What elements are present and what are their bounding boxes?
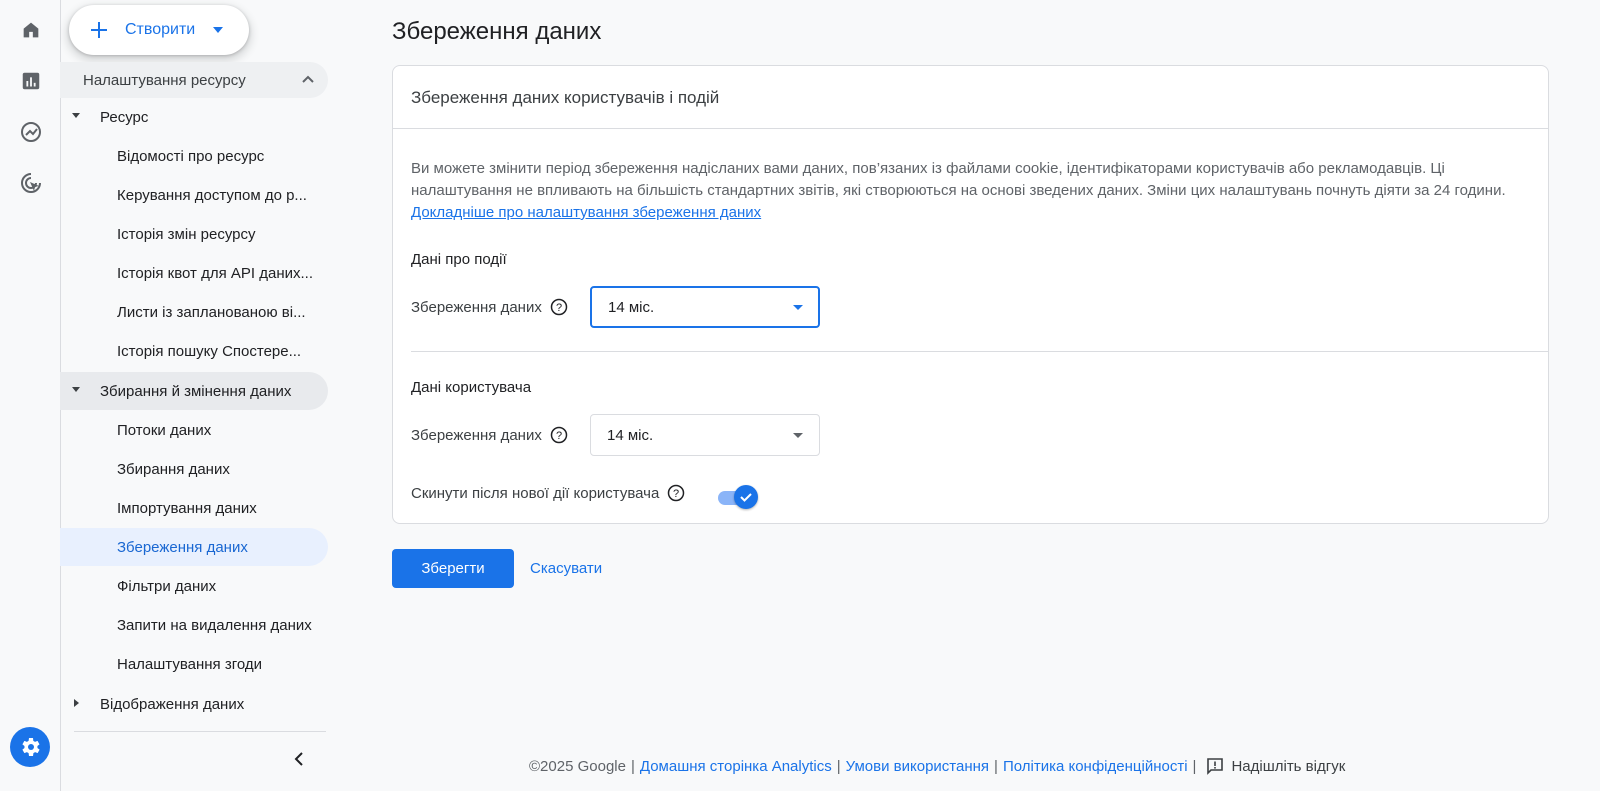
svg-text:?: ? — [556, 430, 562, 442]
user-retention-value: 14 міс. — [607, 426, 654, 444]
event-data-heading: Дані про події — [411, 251, 507, 268]
save-button[interactable]: Зберегти — [392, 549, 514, 588]
check-icon — [740, 493, 752, 502]
nav-section-header[interactable]: Налаштування ресурсу — [60, 62, 328, 98]
left-rail — [0, 0, 61, 791]
svg-text:?: ? — [673, 488, 679, 500]
nav-item-label: Збирання даних — [117, 460, 230, 478]
admin-settings-icon[interactable] — [10, 727, 50, 767]
dropdown-caret-icon — [793, 433, 803, 438]
nav-item-change-history[interactable]: Історія змін ресурсу — [60, 215, 328, 253]
nav-item-consent-settings[interactable]: Налаштування згоди — [60, 645, 328, 683]
nav-item-property-details[interactable]: Відомості про ресурс — [60, 137, 328, 175]
help-icon[interactable]: ? — [550, 298, 568, 316]
chevron-down-icon — [213, 27, 224, 33]
nav-item-label: Налаштування згоди — [117, 655, 263, 673]
nav-item-label: Фільтри даних — [117, 577, 217, 595]
toggle-knob — [734, 485, 758, 509]
advertising-icon[interactable] — [18, 170, 44, 196]
nav-item-insights-search-history[interactable]: Історія пошуку Спостере... — [60, 332, 328, 370]
card-header: Збереження даних користувачів і подій — [393, 66, 1548, 129]
event-retention-select[interactable]: 14 міс. — [590, 286, 820, 328]
user-retention-select[interactable]: 14 міс. — [590, 414, 820, 456]
nav-item-label: Керування доступом до р... — [117, 186, 307, 204]
card-title: Збереження даних користувачів і подій — [411, 88, 720, 107]
create-button-label: Створити — [125, 21, 196, 38]
analytics-home-link[interactable]: Домашня сторінка Analytics — [640, 758, 832, 775]
reports-icon[interactable] — [18, 68, 44, 94]
home-icon[interactable] — [18, 17, 44, 43]
copyright: ©2025 Google — [529, 757, 626, 775]
nav-group-label: Ресурс — [100, 108, 149, 126]
nav-item-label: Імпортування даних — [117, 499, 257, 517]
user-retention-label: Збереження даних — [411, 426, 542, 444]
nav-item-label: Листи із запланованою ві... — [117, 303, 306, 321]
nav-group-label: Відображення даних — [100, 695, 245, 713]
description: Ви можете змінити період збереження наді… — [411, 158, 1531, 224]
nav-item-label: Історія квот для API даних... — [117, 264, 313, 282]
nav-item-label: Запити на видалення даних — [117, 616, 312, 634]
nav-item-data-streams[interactable]: Потоки даних — [60, 411, 328, 449]
nav-item-label: Потоки даних — [117, 421, 212, 439]
nav-group-property[interactable]: Ресурс — [60, 98, 328, 136]
collapse-nav-button[interactable] — [288, 747, 312, 771]
nav-item-label: Збереження даних — [117, 538, 248, 556]
nav-item-access-management[interactable]: Керування доступом до р... — [60, 176, 328, 214]
section-divider — [411, 351, 1548, 352]
svg-text:?: ? — [556, 302, 562, 314]
nav-item-label: Історія пошуку Спостере... — [117, 342, 302, 360]
terms-link[interactable]: Умови використання — [846, 758, 989, 775]
nav-group-data-collection[interactable]: Збирання й змінення даних — [60, 372, 328, 410]
learn-more-link[interactable]: Докладніше про налаштування збереження д… — [411, 204, 761, 221]
nav-item-label: Історія змін ресурсу — [117, 225, 256, 243]
nav-item-data-retention[interactable]: Збереження даних — [60, 528, 328, 566]
retention-card: Збереження даних користувачів і подій Ви… — [392, 65, 1549, 524]
nav-group-label: Збирання й змінення даних — [100, 382, 292, 400]
nav-section-header-label: Налаштування ресурсу — [83, 71, 246, 89]
user-retention-field: Збереження даних ? — [411, 426, 568, 444]
collapsed-arrow-icon — [74, 699, 79, 707]
description-text: Ви можете змінити період збереження наді… — [411, 160, 1506, 199]
send-feedback-link[interactable]: Надішліть відгук — [1231, 758, 1345, 775]
nav-item-api-quota-history[interactable]: Історія квот для API даних... — [60, 254, 328, 292]
event-retention-field: Збереження даних ? — [411, 298, 568, 316]
chevron-left-icon — [294, 752, 303, 766]
chevron-up-icon — [302, 75, 314, 83]
help-icon[interactable]: ? — [550, 426, 568, 444]
dropdown-caret-icon — [793, 305, 803, 310]
event-retention-value: 14 міс. — [608, 298, 655, 316]
explore-icon[interactable] — [18, 119, 44, 145]
reset-on-activity-toggle[interactable] — [716, 485, 758, 509]
nav-item-data-import[interactable]: Імпортування даних — [60, 489, 328, 527]
user-data-heading: Дані користувача — [411, 379, 532, 396]
create-button[interactable]: Створити — [69, 5, 249, 55]
nav-item-data-filters[interactable]: Фільтри даних — [60, 567, 328, 605]
footer: ©2025 Google | Домашня сторінка Analytic… — [529, 756, 1345, 776]
nav-item-data-deletion-requests[interactable]: Запити на видалення даних — [60, 606, 328, 644]
nav-item-data-collection[interactable]: Збирання даних — [60, 450, 328, 488]
page-title: Збереження даних — [392, 18, 602, 45]
event-retention-label: Збереження даних — [411, 298, 542, 316]
expand-arrow-icon — [72, 387, 80, 392]
nav-item-scheduled-emails[interactable]: Листи із запланованою ві... — [60, 293, 328, 331]
reset-label: Скинути після нової дії користувача — [411, 484, 660, 502]
plus-icon — [91, 22, 107, 38]
cancel-button[interactable]: Скасувати — [530, 560, 602, 577]
expand-arrow-icon — [72, 113, 80, 118]
nav-divider — [74, 731, 326, 732]
separator: | — [630, 757, 635, 775]
help-icon[interactable]: ? — [667, 484, 685, 502]
separator: | — [994, 757, 998, 775]
nav-item-label: Відомості про ресурс — [117, 147, 265, 165]
nav-group-data-display[interactable]: Відображення даних — [60, 685, 328, 723]
separator: | — [836, 757, 841, 775]
reset-field: Скинути після нової дії користувача ? — [411, 484, 685, 502]
feedback-icon — [1207, 758, 1224, 775]
privacy-link[interactable]: Політика конфіденційності — [1003, 758, 1188, 775]
separator: | — [1192, 757, 1197, 775]
